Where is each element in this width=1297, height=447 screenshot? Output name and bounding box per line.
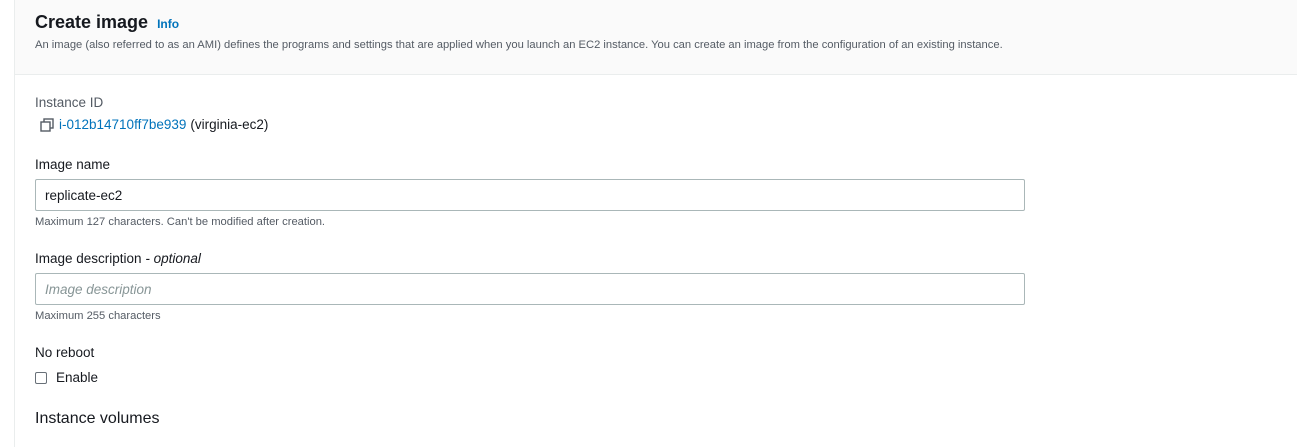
- instance-volumes-heading: Instance volumes: [35, 410, 160, 427]
- instance-id-link[interactable]: i-012b14710ff7be939: [59, 117, 186, 132]
- image-description-label: Image description: [35, 251, 142, 266]
- panel-header: Create image Info An image (also referre…: [15, 0, 1297, 75]
- image-name-label: Image name: [35, 157, 111, 172]
- image-name-input[interactable]: [35, 179, 1025, 211]
- page-title: Create image: [35, 12, 149, 32]
- copy-icon[interactable]: [40, 117, 54, 132]
- info-link[interactable]: Info: [157, 17, 179, 31]
- title-row: Create image Info: [35, 12, 179, 33]
- image-description-label-row: Image description - optional: [35, 251, 201, 266]
- create-image-panel: Create image Info An image (also referre…: [14, 0, 1297, 447]
- no-reboot-checkbox[interactable]: [35, 371, 47, 384]
- instance-name: (virginia-ec2): [190, 117, 269, 132]
- no-reboot-checkbox-label: Enable: [56, 370, 99, 385]
- image-name-hint: Maximum 127 characters. Can't be modifie…: [35, 216, 326, 228]
- no-reboot-enable-option[interactable]: Enable: [35, 370, 98, 385]
- page-description: An image (also referred to as an AMI) de…: [35, 39, 1003, 51]
- optional-tag: - optional: [145, 251, 201, 266]
- instance-id-row: i-012b14710ff7be939 (virginia-ec2): [40, 117, 268, 132]
- image-description-input[interactable]: [35, 273, 1025, 305]
- instance-id-label: Instance ID: [35, 95, 104, 110]
- image-description-hint: Maximum 255 characters: [35, 310, 161, 322]
- no-reboot-label: No reboot: [35, 345, 95, 360]
